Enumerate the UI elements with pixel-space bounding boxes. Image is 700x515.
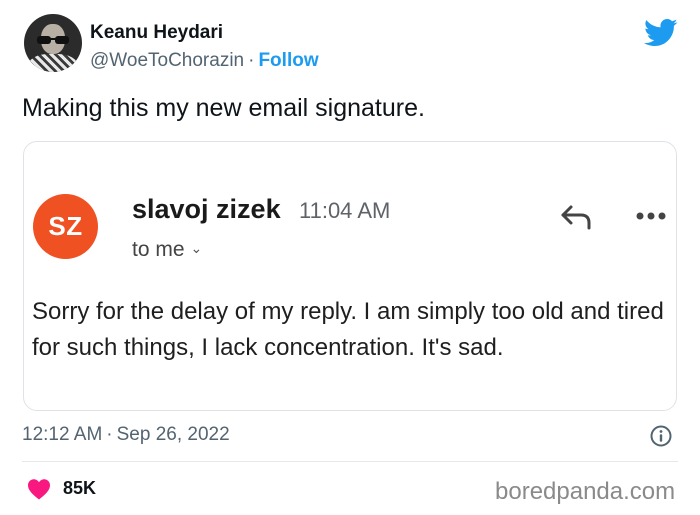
twitter-bird-icon[interactable]	[644, 18, 678, 48]
divider	[22, 461, 678, 462]
more-dots-icon	[636, 212, 666, 220]
email-screenshot[interactable]: SZ slavoj zizek 11:04 AM to me ⌄ Sorry fo…	[23, 141, 677, 411]
reply-arrow-icon	[561, 205, 591, 230]
tweet-time: 12:12 AM	[22, 424, 103, 445]
follow-button[interactable]: Follow	[258, 50, 318, 71]
tweet-timestamp[interactable]: 12:12 AM · Sep 26, 2022	[22, 424, 230, 446]
tweet-card: Keanu Heydari @WoeToChorazin · Follow Maki…	[0, 0, 700, 515]
tweet-date: Sep 26, 2022	[116, 424, 230, 445]
email-time: 11:04 AM	[299, 198, 391, 223]
separator-dot: ·	[248, 50, 255, 71]
sunglasses-icon	[37, 36, 69, 44]
like-count[interactable]: 85K	[63, 478, 96, 499]
heart-icon[interactable]	[27, 478, 51, 500]
info-icon[interactable]	[650, 425, 672, 447]
avatar-shirt	[28, 54, 78, 72]
author-handle-row: @WoeToChorazin · Follow	[90, 50, 319, 72]
recipient-label: to me	[132, 238, 185, 261]
author-avatar[interactable]	[24, 14, 82, 72]
sender-name: slavoj zizek	[132, 194, 281, 224]
separator-dot: ·	[106, 424, 113, 445]
watermark: boredpanda.com	[495, 478, 676, 505]
author-name[interactable]: Keanu Heydari	[90, 22, 223, 44]
email-body: Sorry for the delay of my reply. I am si…	[32, 298, 664, 361]
author-handle[interactable]: @WoeToChorazin	[90, 50, 244, 71]
chevron-down-icon: ⌄	[190, 240, 203, 256]
sender-avatar: SZ	[33, 194, 98, 259]
recipient-line: to me ⌄	[132, 238, 202, 262]
tweet-text: Making this my new email signature.	[22, 94, 425, 122]
